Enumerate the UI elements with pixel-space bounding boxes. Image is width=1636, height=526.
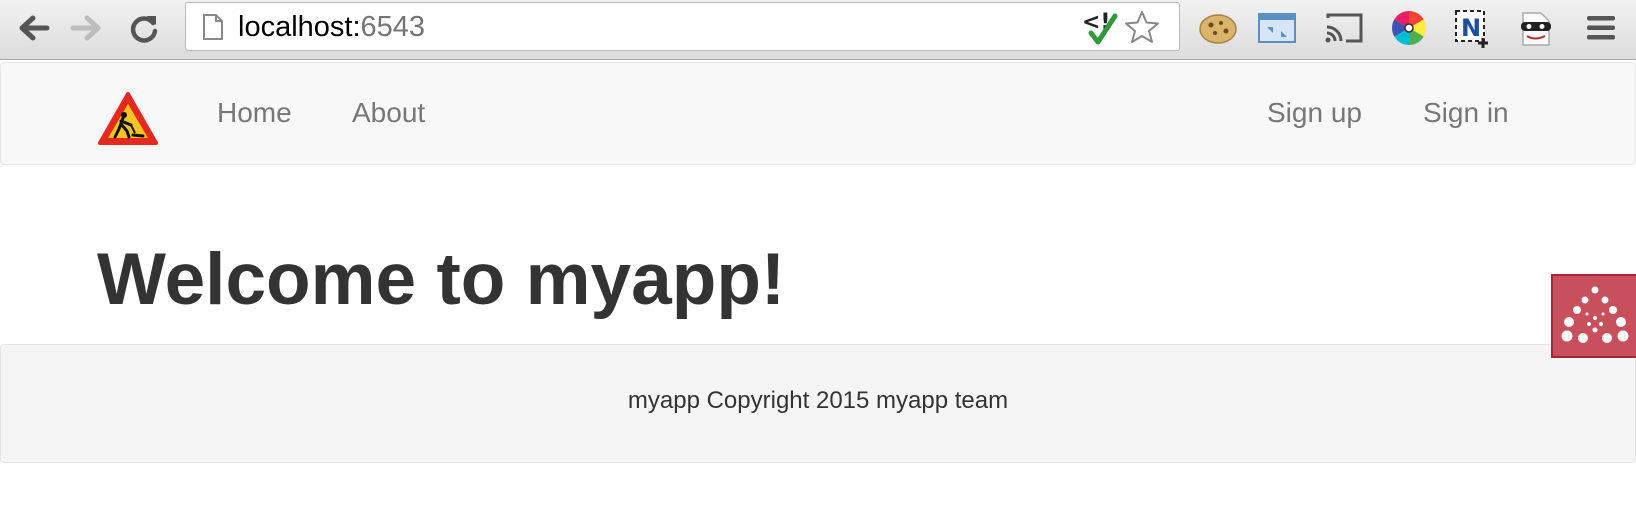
menu-icon xyxy=(1587,16,1615,40)
url-port: 6543 xyxy=(360,11,426,43)
app-navbar: Home About Sign up Sign in xyxy=(0,62,1636,165)
forward-button[interactable] xyxy=(66,8,106,48)
nav-link-signup[interactable]: Sign up xyxy=(1267,95,1362,131)
cookie-extension[interactable] xyxy=(1196,6,1240,50)
debug-toolbar-toggle[interactable] xyxy=(1551,274,1636,358)
nav-link-home[interactable]: Home xyxy=(217,95,292,131)
page-footer: myapp Copyright 2015 myapp team xyxy=(0,344,1636,463)
pyramid-debug-icon xyxy=(1561,286,1629,343)
page-icon xyxy=(203,14,223,40)
nav-link-about[interactable]: About xyxy=(352,95,425,131)
incognito-mask-icon xyxy=(1521,12,1551,46)
svg-text:N: N xyxy=(1461,14,1481,42)
reload-button[interactable] xyxy=(124,8,164,48)
incognito-extension[interactable] xyxy=(1513,6,1557,50)
cookie-icon xyxy=(1199,14,1237,44)
validator-check-icon[interactable]: <! xyxy=(1081,7,1119,47)
browser-menu-button[interactable] xyxy=(1579,6,1623,50)
address-bar[interactable]: localhost:6543 <! xyxy=(185,2,1180,51)
back-arrow-icon xyxy=(19,15,50,41)
url-host: localhost: xyxy=(238,11,361,43)
forward-arrow-icon xyxy=(70,15,101,41)
color-picker-extension[interactable] xyxy=(1387,6,1431,50)
brand-logo-link[interactable] xyxy=(97,91,159,147)
cast-extension[interactable] xyxy=(1322,6,1366,50)
bookmark-star-icon[interactable] xyxy=(1124,10,1160,44)
cast-icon xyxy=(1325,13,1363,43)
window-resize-extension[interactable] xyxy=(1255,6,1299,50)
page-title: Welcome to myapp! xyxy=(97,239,786,320)
n-snippet-icon: N xyxy=(1455,10,1488,48)
reload-icon xyxy=(130,16,158,43)
footer-copyright: myapp Copyright 2015 myapp team xyxy=(627,387,1009,414)
back-button[interactable] xyxy=(14,8,54,48)
under-construction-icon xyxy=(98,92,158,145)
n-snippet-extension[interactable]: N xyxy=(1451,6,1495,50)
nav-link-signin[interactable]: Sign in xyxy=(1423,95,1509,131)
url-text[interactable]: localhost:6543 xyxy=(238,11,425,43)
window-resize-icon xyxy=(1258,13,1296,43)
browser-toolbar: localhost:6543 <! N xyxy=(0,0,1636,60)
color-wheel-icon xyxy=(1392,11,1426,45)
